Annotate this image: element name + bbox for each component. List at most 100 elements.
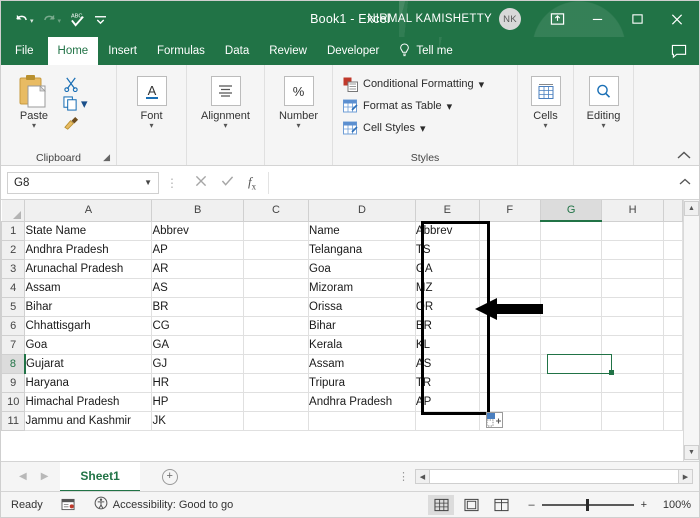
column-header-i[interactable] [662,200,683,222]
cell-i2[interactable] [663,240,683,260]
column-header-g[interactable]: G [539,200,603,222]
cell-b4[interactable]: AS [151,278,244,298]
column-header-c[interactable]: C [242,200,310,222]
row-header-10[interactable]: 10 [1,391,26,412]
cell-f1[interactable] [479,221,541,241]
cell-i11[interactable] [663,411,683,431]
cut-button[interactable] [63,75,88,92]
cell-d8[interactable]: Assam [308,354,416,374]
cell-g7[interactable] [540,335,603,355]
cell-e6[interactable]: BR [415,316,480,336]
column-header-f[interactable]: F [478,200,541,222]
cell-a4[interactable]: Assam [24,278,153,298]
vertical-scroll-track[interactable] [684,217,699,444]
ribbon-display-options-icon[interactable] [537,2,577,36]
cell-g4[interactable] [540,278,603,298]
number-button[interactable]: % Number ▾ [271,71,326,130]
tell-me-search[interactable]: Tell me [389,37,462,65]
cell-e5[interactable]: OR [415,297,480,317]
cell-h10[interactable] [601,392,664,412]
cell-d1[interactable]: Name [308,221,416,241]
alignment-dropdown-caret[interactable]: ▾ [223,122,227,130]
row-header-1[interactable]: 1 [1,220,26,241]
accessibility-status[interactable]: Accessibility: Good to go [94,496,233,513]
horizontal-scrollbar[interactable]: ◀ ▶ [415,469,693,484]
cell-g8[interactable] [540,354,603,374]
split-handle-icon[interactable]: ⋮ [398,470,415,483]
cell-c9[interactable] [243,373,310,393]
cell-b2[interactable]: AP [151,240,244,260]
cell-a2[interactable]: Andhra Pradesh [24,240,153,260]
copy-button[interactable]: ▾ [63,95,88,112]
cell-styles-button[interactable]: Cell Styles ▾ [343,118,426,138]
column-header-b[interactable]: B [151,200,244,222]
page-break-preview-icon[interactable] [488,495,514,515]
redo-button[interactable]: ▾ [39,9,65,30]
cell-h6[interactable] [601,316,664,336]
font-dropdown-caret[interactable]: ▾ [149,122,153,130]
cell-a1[interactable]: State Name [24,221,153,241]
add-sheet-button[interactable]: + [161,468,178,485]
undo-dropdown-caret[interactable]: ▾ [30,18,34,25]
cell-h9[interactable] [601,373,664,393]
cell-a5[interactable]: Bihar [24,297,153,317]
paste-button[interactable]: Paste ▾ [11,71,57,130]
cell-f5[interactable] [479,297,541,317]
cell-h4[interactable] [601,278,664,298]
cell-d11[interactable] [308,411,416,431]
collapse-ribbon-icon[interactable] [677,151,691,163]
number-dropdown-caret[interactable]: ▾ [296,122,300,130]
alignment-button[interactable]: Alignment ▾ [194,71,258,130]
cell-e10[interactable]: AP [415,392,480,412]
minimize-icon[interactable] [577,2,617,36]
column-header-d[interactable]: D [308,200,416,222]
cell-h3[interactable] [601,259,664,279]
cell-c11[interactable] [243,411,310,431]
comments-icon[interactable] [671,37,699,65]
cell-h1[interactable] [601,221,664,241]
cell-g10[interactable] [540,392,603,412]
redo-dropdown-caret[interactable]: ▾ [58,18,62,25]
tab-home[interactable]: Home [47,37,99,65]
cell-d3[interactable]: Goa [308,259,416,279]
cell-c1[interactable] [243,221,310,241]
cell-f9[interactable] [479,373,541,393]
cell-f7[interactable] [479,335,541,355]
tab-formulas[interactable]: Formulas [147,37,215,65]
cell-d6[interactable]: Bihar [308,316,416,336]
cell-a11[interactable]: Jammu and Kashmir [24,411,153,431]
cell-a10[interactable]: Himachal Pradesh [24,392,153,412]
cell-h11[interactable] [601,411,664,431]
next-sheet-icon[interactable]: ▶ [41,471,49,482]
cell-f8[interactable] [479,354,541,374]
tab-insert[interactable]: Insert [98,37,147,65]
formula-input[interactable] [268,171,679,194]
cell-styles-caret[interactable]: ▾ [420,122,426,135]
scroll-up-icon[interactable]: ▲ [684,201,699,216]
cell-i10[interactable] [663,392,683,412]
row-header-5[interactable]: 5 [1,296,26,317]
tab-developer[interactable]: Developer [317,37,389,65]
cells-button[interactable]: Cells ▾ [524,71,567,130]
cell-e9[interactable]: TR [415,373,480,393]
cell-a8[interactable]: Gujarat [24,354,153,374]
tab-file[interactable]: File [1,37,48,65]
cell-f2[interactable] [479,240,541,260]
cell-g5[interactable] [540,297,603,317]
cell-d4[interactable]: Mizoram [308,278,416,298]
row-header-7[interactable]: 7 [1,334,26,355]
cell-b1[interactable]: Abbrev [151,221,244,241]
cell-e8[interactable]: AS [415,354,480,374]
zoom-slider-knob[interactable] [585,498,589,511]
worksheet-grid[interactable]: A B C D E F G H 1 State Name Abbrev Name… [1,200,683,461]
horizontal-scroll-track[interactable] [430,469,678,484]
cell-i9[interactable] [663,373,683,393]
cell-d5[interactable]: Orissa [308,297,416,317]
cancel-x-icon[interactable] [195,175,207,190]
maximize-icon[interactable] [617,2,657,36]
format-as-table-button[interactable]: Format as Table ▾ [343,96,452,116]
cell-e11[interactable] [415,411,480,431]
cell-a7[interactable]: Goa [24,335,153,355]
cell-h8[interactable] [601,354,664,374]
row-header-6[interactable]: 6 [1,315,26,336]
